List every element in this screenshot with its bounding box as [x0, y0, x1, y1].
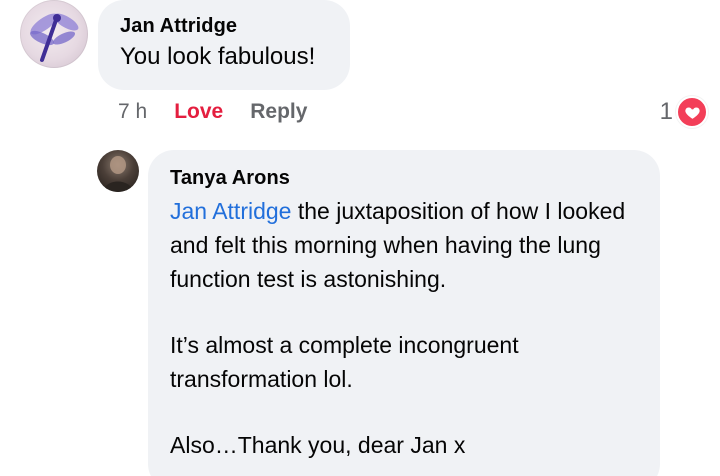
reply-paragraph-1: Jan Attridge the juxtaposition of how I … [170, 194, 638, 296]
reply-author[interactable]: Tanya Arons [170, 166, 638, 190]
reply-button[interactable]: Reply [250, 100, 307, 124]
profile-photo-icon [103, 156, 133, 192]
comment-bubble: Jan Attridge You look fabulous! [98, 0, 350, 90]
reply-paragraph-2: It’s almost a complete incongruent trans… [170, 332, 519, 392]
dragonfly-icon [30, 13, 79, 62]
mention-link[interactable]: Jan Attridge [170, 198, 291, 224]
reply-paragraph-3: Also…Thank you, dear Jan x [170, 432, 466, 458]
reaction-summary[interactable]: 1 [660, 96, 708, 128]
avatar-tanya-arons[interactable] [97, 150, 139, 192]
avatar-jan-attridge[interactable] [20, 0, 88, 68]
love-heart-icon [676, 96, 708, 128]
comment-text: You look fabulous! [120, 43, 316, 70]
comment-author[interactable]: Jan Attridge [120, 14, 328, 38]
love-button[interactable]: Love [174, 100, 223, 124]
reaction-count: 1 [659, 98, 673, 125]
comment-thread: Jan Attridge You look fabulous! 7 h Love… [0, 0, 720, 476]
comment-timestamp[interactable]: 7 h [118, 100, 147, 124]
comment-actions: 7 h Love Reply [118, 98, 307, 126]
reply-bubble: Tanya Arons Jan Attridge the juxtapositi… [148, 150, 660, 476]
